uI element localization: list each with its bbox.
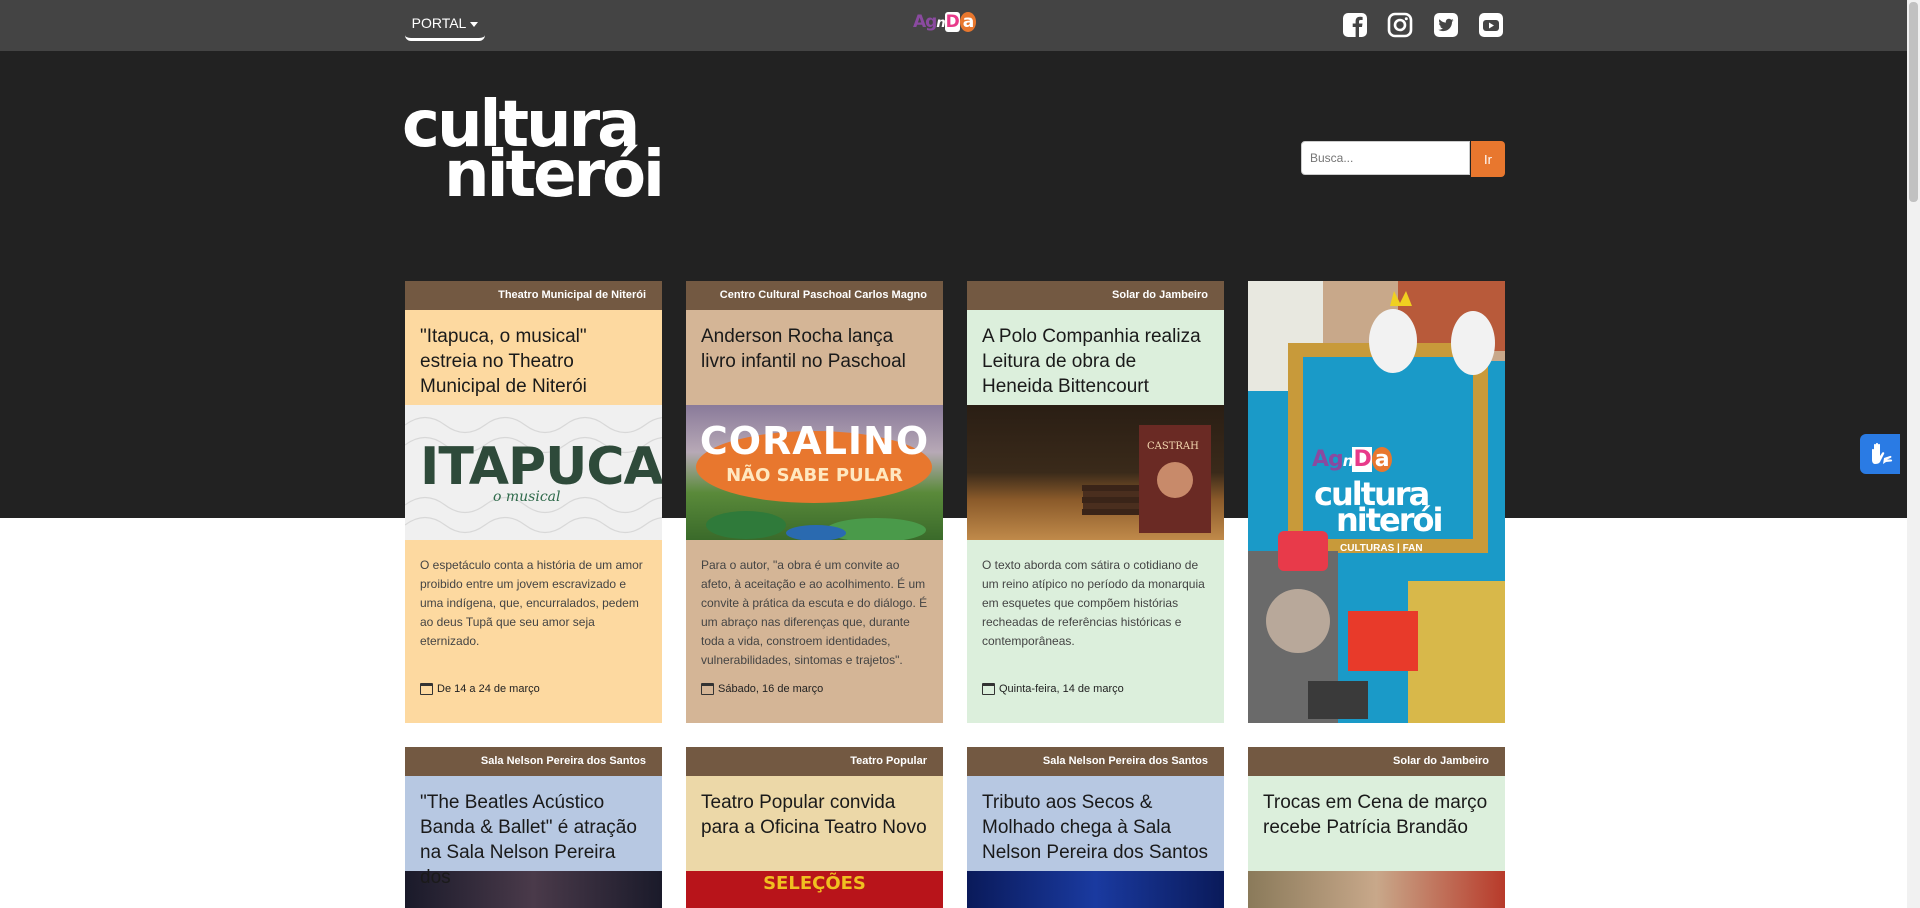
card-image: CASTRAH [967,405,1224,540]
itapuca-title-art: ITAPUCA [420,437,662,497]
card-description: O texto aborda com sátira o cotidiano de… [982,558,1205,648]
card-venue: Solar do Jambeiro [967,281,1224,310]
portal-label: PORTAL [411,15,467,31]
card-image [1248,871,1505,908]
card-description: O espetáculo conta a história de um amor… [420,558,643,648]
card-title: Anderson Rocha lança livro infantil no P… [701,326,906,372]
event-card[interactable]: Solar do Jambeiro A Polo Companhia reali… [967,281,1224,723]
page-scrollbar[interactable] [1907,0,1920,908]
card-venue: Sala Nelson Pereira dos Santos [405,747,662,776]
twitter-icon[interactable] [1433,12,1459,38]
agenda-logo-part: n [936,16,945,31]
card-venue: Centro Cultural Paschoal Carlos Magno [686,281,943,310]
card-date-text: De 14 a 24 de março [437,682,540,695]
card-title: Tributo aos Secos & Molhado chega à Sala… [982,792,1209,863]
coralino-title-art: CORALINO [699,419,930,463]
card-image: ITAPUCA o musical [405,405,662,540]
promo-logo: cultura niterói [1314,478,1443,539]
card-venue: Solar do Jambeiro [1248,747,1505,776]
promo-tagline: CULTURAS | FAN [1340,543,1423,554]
agenda-promo-banner[interactable]: AgnD a cultura niterói CULTURAS | FAN [1248,281,1505,723]
calendar-icon [420,682,433,695]
event-card[interactable]: Sala Nelson Pereira dos Santos Tributo a… [967,747,1224,908]
card-title: Teatro Popular convida para a Oficina Te… [701,792,927,838]
card-image-text: SELEÇÕES [763,873,866,894]
promo-agenda-part: D [1352,447,1372,472]
portal-dropdown-button[interactable]: PORTAL [405,8,485,41]
event-card[interactable]: Solar do Jambeiro Trocas em Cena de març… [1248,747,1505,908]
event-card[interactable]: Sala Nelson Pereira dos Santos "The Beat… [405,747,662,908]
coralino-subtitle-art: NÃO SABE PULAR [726,465,903,486]
agenda-logo-part: Ag [913,12,937,32]
card-date: Quinta-feira, 14 de março [967,674,1224,703]
scrollbar-thumb[interactable] [1909,2,1918,202]
card-title: "Itapuca, o musical" estreia no Theatro … [420,326,587,397]
top-navbar: PORTAL AgnD a [0,0,1920,51]
promo-agenda-part: a [1371,447,1392,472]
event-card[interactable]: Teatro Popular Teatro Popular convida pa… [686,747,943,908]
hand-sign-icon [1872,442,1893,464]
card-description: Para o autor, "a obra é um convite ao af… [701,558,928,667]
calendar-icon [982,682,995,695]
cultura-niteroi-logo[interactable]: cultura niterói [402,93,665,212]
book-cover-title: CASTRAH [1147,441,1199,452]
search-button[interactable]: Ir [1471,141,1505,177]
instagram-icon[interactable] [1387,12,1413,38]
card-title: Trocas em Cena de março recebe Patrícia … [1263,792,1488,838]
caret-down-icon [470,21,479,27]
card-image: CORALINO NÃO SABE PULAR [686,405,943,540]
hero-section [0,51,1920,518]
card-date: Sábado, 16 de março [686,674,943,703]
card-venue: Theatro Municipal de Niterói [405,281,662,310]
facebook-icon[interactable] [1342,12,1368,38]
card-venue: Teatro Popular [686,747,943,776]
card-title: "The Beatles Acústico Banda & Ballet" é … [420,792,637,888]
card-title: A Polo Companhia realiza Leitura de obra… [982,326,1201,397]
promo-agenda-logo: AgnD a [1312,447,1392,472]
agenda-link[interactable]: AgnD a [913,12,977,32]
youtube-icon[interactable] [1478,12,1504,38]
card-date-text: Sábado, 16 de março [718,682,824,695]
card-image: SELEÇÕES [686,871,943,908]
logo-line-2: niterói [444,138,665,212]
card-date-text: Quinta-feira, 14 de março [999,682,1124,695]
accessibility-button[interactable] [1860,434,1900,474]
event-card[interactable]: Centro Cultural Paschoal Carlos Magno An… [686,281,943,723]
card-image [967,871,1224,908]
card-date: De 14 a 24 de março [405,674,662,703]
event-card[interactable]: Theatro Municipal de Niterói "Itapuca, o… [405,281,662,723]
agenda-logo-part: D [944,12,960,32]
promo-agenda-part: Ag [1312,447,1344,472]
agenda-logo-part: a [959,12,977,32]
calendar-icon [701,682,714,695]
promo-logo-line-2: niterói [1336,501,1443,539]
search-input[interactable] [1301,141,1470,175]
book-stack-art [1082,425,1211,533]
card-venue: Sala Nelson Pereira dos Santos [967,747,1224,776]
itapuca-subtitle-art: o musical [493,489,561,505]
